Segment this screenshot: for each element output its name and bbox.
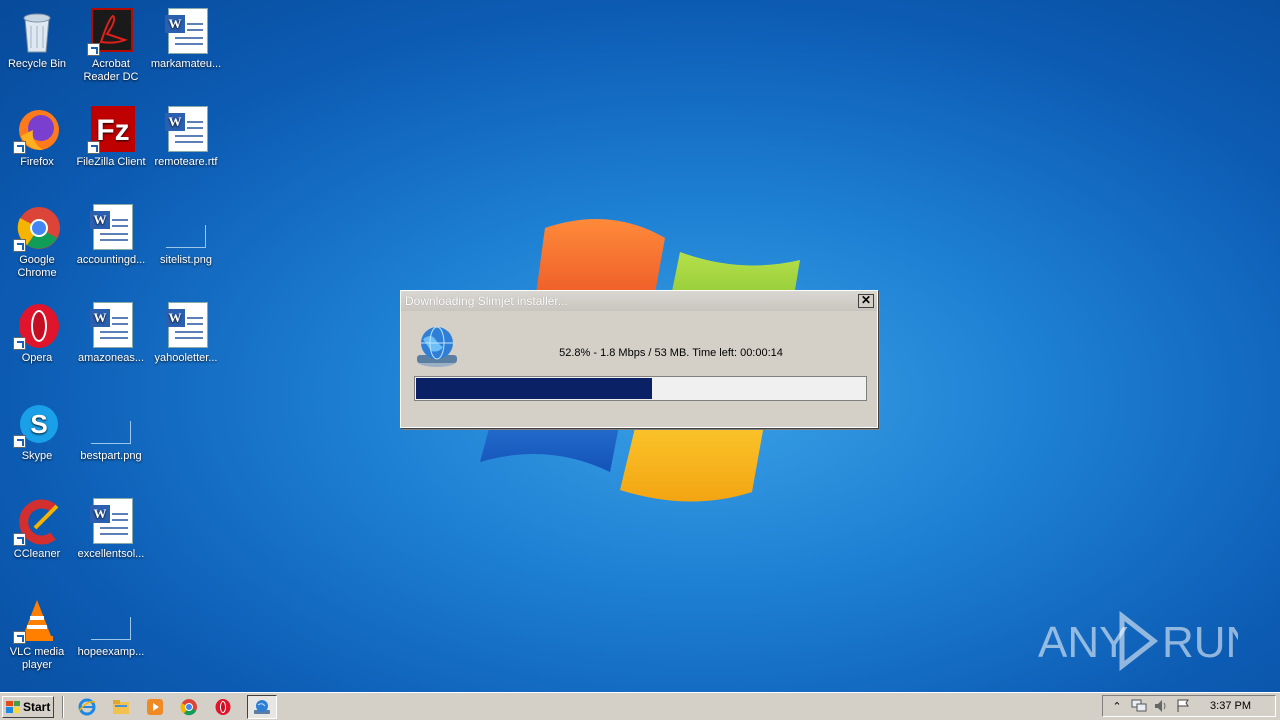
svg-text:Fz: Fz bbox=[96, 114, 129, 147]
word-doc-icon: W bbox=[165, 106, 208, 152]
desktop-icon-hopeexamp[interactable]: hopeexamp... bbox=[74, 596, 148, 659]
installer-icon bbox=[254, 699, 270, 714]
show-hidden-icons-button[interactable]: ⌃ bbox=[1109, 698, 1125, 714]
taskbar: Start ⌃ 3:37 PM bbox=[0, 692, 1280, 720]
taskbar-explorer[interactable] bbox=[111, 697, 131, 717]
quick-launch-separator bbox=[62, 695, 64, 718]
taskbar-installer[interactable] bbox=[247, 694, 277, 719]
desktop-icon-opera[interactable]: Opera bbox=[0, 302, 74, 365]
close-button[interactable]: ✕ bbox=[858, 294, 874, 308]
desktop-icon-acrobat[interactable]: Acrobat Reader DC bbox=[74, 8, 148, 84]
taskbar-internet-explorer[interactable] bbox=[77, 697, 97, 717]
chrome-icon bbox=[180, 698, 197, 715]
close-icon: ✕ bbox=[860, 293, 872, 307]
media-player-icon bbox=[147, 698, 163, 715]
desktop-icon-yahooletter[interactable]: W yahooletter... bbox=[149, 302, 223, 365]
windows-flag-icon bbox=[6, 700, 20, 713]
download-dialog: Downloading Slimjet installer... ✕ 52.8%… bbox=[400, 290, 878, 428]
desktop-icon-filezilla[interactable]: Fz FileZilla Client bbox=[74, 106, 148, 169]
desktop-icon-remoteare[interactable]: W remoteare.rtf bbox=[149, 106, 223, 169]
network-icon bbox=[1131, 699, 1147, 712]
desktop-icon-recycle-bin[interactable]: Recycle Bin bbox=[0, 8, 74, 71]
flag-icon bbox=[1177, 699, 1189, 712]
clock[interactable]: 3:37 PM bbox=[1210, 700, 1251, 712]
desktop-icon-excellentsol[interactable]: W excellentsol... bbox=[74, 498, 148, 561]
watermark-text-right: RUN bbox=[1162, 618, 1238, 667]
tray-action-center[interactable] bbox=[1175, 698, 1191, 714]
desktop-icon-firefox[interactable]: Firefox bbox=[0, 106, 74, 169]
anyrun-watermark: ANY RUN bbox=[1038, 610, 1238, 672]
desktop-icon-vlc[interactable]: VLC media player bbox=[0, 596, 74, 672]
word-doc-icon: W bbox=[90, 204, 133, 250]
word-doc-icon: W bbox=[165, 8, 208, 54]
png-file-icon bbox=[91, 421, 131, 444]
start-button[interactable]: Start bbox=[2, 695, 54, 718]
opera-icon bbox=[215, 698, 231, 715]
desktop-icon-skype[interactable]: S Skype bbox=[0, 400, 74, 463]
word-doc-icon: W bbox=[90, 498, 133, 544]
word-doc-icon: W bbox=[165, 302, 208, 348]
word-doc-icon: W bbox=[90, 302, 133, 348]
png-file-icon bbox=[166, 225, 206, 248]
recycle-bin-icon bbox=[23, 13, 51, 53]
svg-text:S: S bbox=[30, 409, 47, 439]
download-progress-bar bbox=[414, 376, 867, 401]
internet-explorer-icon bbox=[78, 698, 96, 715]
desktop-icon-sitelist[interactable]: sitelist.png bbox=[149, 204, 223, 267]
desktop-icon-amazoneas[interactable]: W amazoneas... bbox=[74, 302, 148, 365]
volume-icon bbox=[1155, 700, 1166, 712]
tray-network[interactable] bbox=[1131, 698, 1147, 714]
watermark-text-left: ANY bbox=[1038, 618, 1128, 667]
progress-fill bbox=[416, 378, 653, 399]
desktop-icon-markamateu[interactable]: W markamateu... bbox=[149, 8, 223, 71]
tray-volume[interactable] bbox=[1153, 698, 1169, 714]
png-file-icon bbox=[91, 617, 131, 640]
desktop-icon-google-chrome[interactable]: Google Chrome bbox=[0, 204, 74, 280]
desktop-icon-ccleaner[interactable]: CCleaner bbox=[0, 498, 74, 561]
globe-download-icon bbox=[417, 326, 457, 367]
taskbar-chrome[interactable] bbox=[179, 697, 199, 717]
taskbar-opera[interactable] bbox=[213, 697, 233, 717]
chevron-up-icon: ⌃ bbox=[1112, 700, 1122, 713]
dialog-titlebar[interactable]: Downloading Slimjet installer... ✕ bbox=[401, 291, 877, 311]
desktop: Recycle Bin Firefox Google Chrome Opera … bbox=[0, 0, 1280, 692]
dialog-title: Downloading Slimjet installer... bbox=[405, 294, 568, 308]
explorer-folder-icon bbox=[113, 699, 129, 714]
desktop-icon-accountingd[interactable]: W accountingd... bbox=[74, 204, 148, 267]
system-tray: ⌃ 3:37 PM bbox=[1102, 695, 1276, 717]
download-status-text: 52.8% - 1.8 Mbps / 53 MB. Time left: 00:… bbox=[559, 347, 783, 359]
desktop-icon-bestpart[interactable]: bestpart.png bbox=[74, 400, 148, 463]
start-label: Start bbox=[23, 699, 51, 714]
taskbar-media-player[interactable] bbox=[145, 697, 165, 717]
